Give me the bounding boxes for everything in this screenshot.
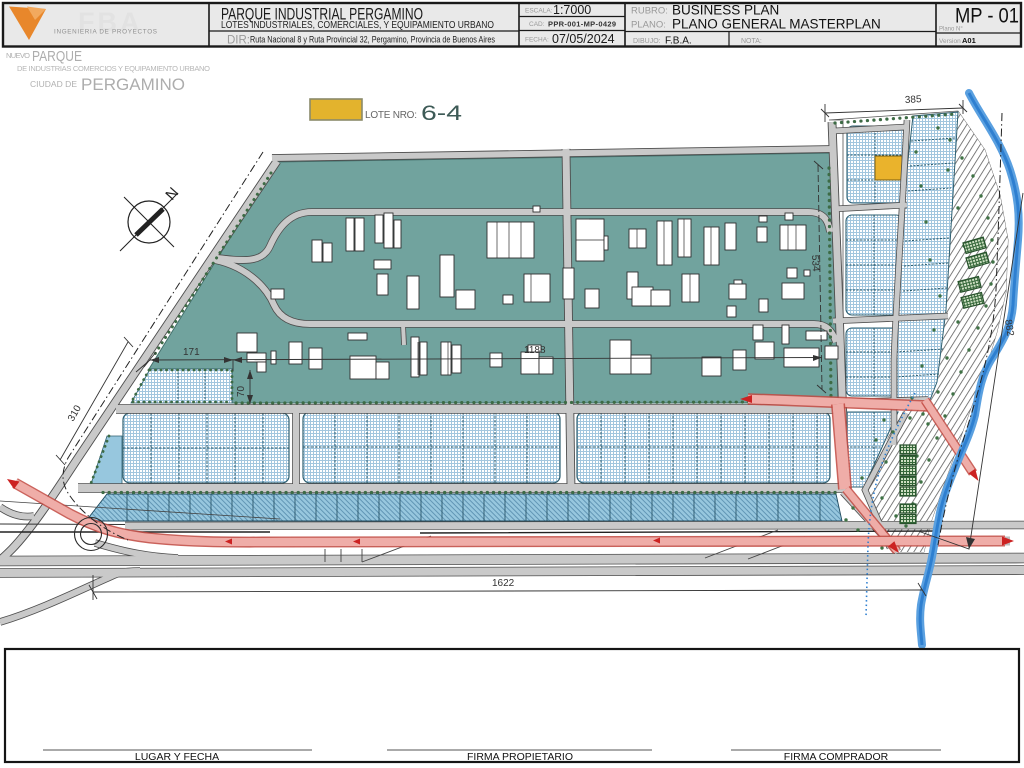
svg-text:CIUDAD DE: CIUDAD DE: [30, 79, 77, 89]
svg-text:ESCALA:: ESCALA:: [525, 8, 553, 15]
svg-text:MP - 01: MP - 01: [955, 5, 1019, 28]
svg-text:171: 171: [183, 347, 200, 358]
svg-text:PERGAMINO: PERGAMINO: [81, 75, 185, 94]
svg-text:A01: A01: [962, 36, 976, 45]
svg-text:385: 385: [905, 94, 923, 106]
svg-text:LOTES INDUSTRIALES, COMERCIALE: LOTES INDUSTRIALES, COMERCIALES, Y EQUIP…: [221, 20, 494, 31]
svg-text:LUGAR Y FECHA: LUGAR Y FECHA: [135, 751, 219, 763]
svg-text:1188: 1188: [524, 345, 546, 356]
svg-text:FIRMA PROPIETARIO: FIRMA PROPIETARIO: [467, 751, 573, 763]
svg-text:1622: 1622: [492, 578, 515, 589]
svg-text:NOTA:: NOTA:: [741, 38, 762, 45]
svg-text:Plano N°: Plano N°: [939, 27, 963, 33]
svg-text:DIBUJO:: DIBUJO:: [633, 38, 661, 45]
svg-text:PARQUE: PARQUE: [32, 48, 82, 65]
svg-text:NUEVO: NUEVO: [6, 51, 30, 60]
svg-text:70: 70: [236, 385, 247, 397]
svg-text:BUSINESS PLAN: BUSINESS PLAN: [672, 3, 779, 18]
svg-text:LOTE NRO:: LOTE NRO:: [365, 110, 417, 121]
svg-text:FECHA:: FECHA:: [525, 37, 549, 44]
svg-text:PLANO GENERAL MASTERPLAN: PLANO GENERAL MASTERPLAN: [672, 17, 881, 32]
svg-text:DIR:: DIR:: [227, 35, 250, 47]
svg-text:PLANO:: PLANO:: [631, 20, 666, 31]
svg-text:1:7000: 1:7000: [553, 3, 591, 17]
svg-text:CAD:: CAD:: [529, 21, 545, 28]
svg-text:534: 534: [809, 255, 821, 273]
svg-text:PPR-001-MP-0429: PPR-001-MP-0429: [548, 20, 616, 29]
svg-text:INGENIERIA DE PROYECTOS: INGENIERIA DE PROYECTOS: [54, 29, 157, 36]
svg-text:07/05/2024: 07/05/2024: [552, 32, 615, 46]
svg-text:RUBRO:: RUBRO:: [631, 6, 668, 17]
svg-text:Ruta Nacional 8 y Ruta Provinc: Ruta Nacional 8 y Ruta Provincial 32, Pe…: [250, 35, 495, 46]
svg-text:FIRMA COMPRADOR: FIRMA COMPRADOR: [784, 751, 889, 763]
svg-text:6-4: 6-4: [421, 102, 462, 125]
svg-text:DE INDUSTRIAS COMERCIOS Y EQUI: DE INDUSTRIAS COMERCIOS Y EQUIPAMIENTO U…: [17, 64, 210, 73]
svg-text:F.B.A.: F.B.A.: [665, 36, 692, 47]
svg-text:Version: Version: [939, 38, 961, 45]
